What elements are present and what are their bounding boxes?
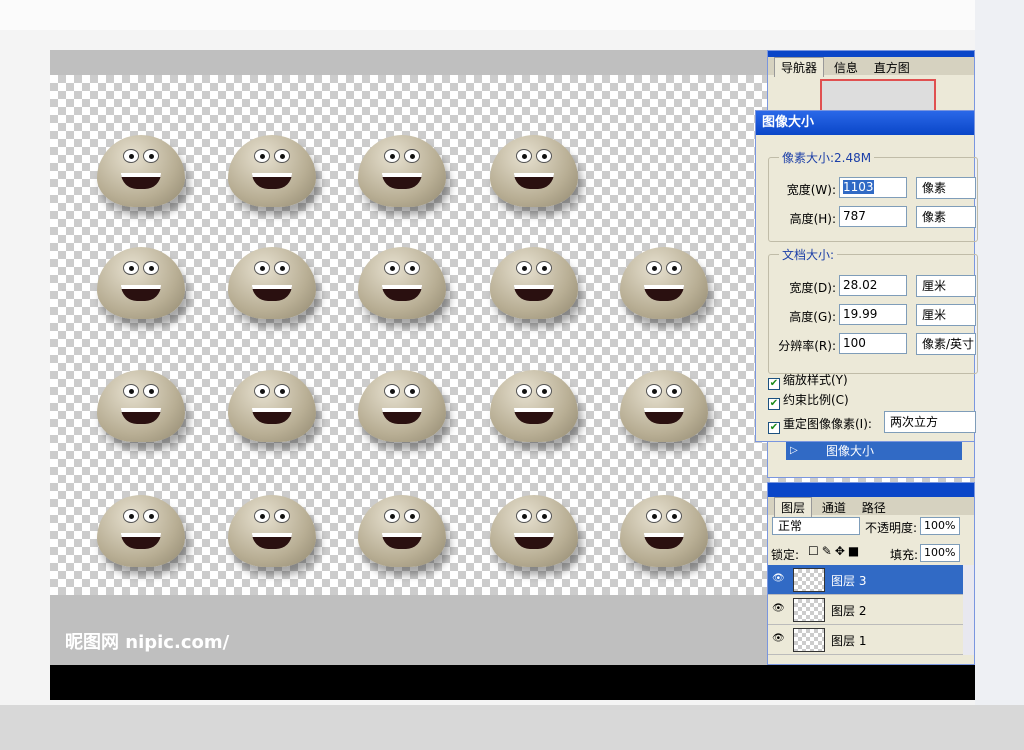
resolution-input[interactable]: 100 <box>839 333 907 354</box>
history-panel: 图像大小 ▷ <box>767 442 975 478</box>
emoticon-face <box>97 135 185 207</box>
scale-styles-checkbox[interactable]: ✔ 缩放样式(Y) <box>768 371 848 390</box>
resolution-label: 分辨率(R): <box>778 339 836 353</box>
emoticon-face <box>620 370 708 442</box>
bottom-band <box>0 705 1024 750</box>
emoticon-face <box>620 247 708 319</box>
width-label: 宽度(W): <box>786 183 836 197</box>
emoticon-face <box>228 247 316 319</box>
emoticon-face <box>490 370 578 442</box>
blend-mode-select[interactable]: 正常 <box>772 517 860 535</box>
navigator-panel: 导航器 信息 直方图 <box>767 50 975 119</box>
height-input[interactable]: 787 <box>839 206 907 227</box>
tab-info[interactable]: 信息 <box>828 58 864 77</box>
layer-thumbnail <box>793 628 825 652</box>
emoticon-face <box>97 370 185 442</box>
eye-icon[interactable]: 👁 <box>772 573 786 585</box>
layers-panel: 图层 通道 路径 正常 不透明度: 100% 锁定: ☐✎✥■ 填充: 100%… <box>767 482 975 665</box>
ghost-panel <box>975 0 1024 705</box>
layers-scrollbar[interactable] <box>963 565 974 655</box>
emoticon-face <box>358 370 446 442</box>
width-unit-select[interactable]: 像素 <box>916 177 976 199</box>
layer-row[interactable]: 👁 图层 3 <box>768 565 963 595</box>
eye-icon[interactable]: 👁 <box>772 633 786 645</box>
emoticon-face <box>358 247 446 319</box>
layer-list: 👁 图层 3 👁 图层 2 👁 图层 1 <box>768 565 963 655</box>
layer-row[interactable]: 👁 图层 1 <box>768 625 963 655</box>
history-item[interactable]: 图像大小 <box>786 442 962 460</box>
emoticon-face <box>228 370 316 442</box>
check-icon: ✔ <box>768 378 780 390</box>
opacity-input[interactable]: 100% <box>920 517 960 535</box>
layer-thumbnail <box>793 568 825 592</box>
layer-row[interactable]: 👁 图层 2 <box>768 595 963 625</box>
doc-height-label: 高度(G): <box>789 310 836 324</box>
resample-checkbox[interactable]: ✔ 重定图像像素(I): <box>768 415 872 434</box>
tab-layers[interactable]: 图层 <box>774 497 813 517</box>
layer-name: 图层 2 <box>831 604 867 618</box>
emoticon-face <box>97 495 185 567</box>
emoticon-face <box>228 135 316 207</box>
emoticon-face <box>620 495 708 567</box>
lock-label: 锁定: <box>771 548 800 562</box>
emoticon-face <box>228 495 316 567</box>
height-label: 高度(H): <box>789 212 836 226</box>
dialog-title: 图像大小 <box>756 111 974 135</box>
layer-name: 图层 3 <box>831 574 867 588</box>
tab-histogram[interactable]: 直方图 <box>868 58 916 77</box>
emoticon-face <box>358 135 446 207</box>
tab-navigator[interactable]: 导航器 <box>774 57 825 77</box>
lock-icons[interactable]: ☐✎✥■ <box>808 544 862 558</box>
emoticon-face <box>490 135 578 207</box>
watermark: 昵图网 nipic.com/ <box>65 632 230 653</box>
pixel-size-title: 像素大小:2.48M <box>779 149 875 166</box>
image-size-dialog: 图像大小 像素大小:2.48M 宽度(W): 1103 像素 高度(H): 78… <box>755 110 978 442</box>
doc-width-unit-select[interactable]: 厘米 <box>916 275 976 297</box>
width-input[interactable]: 1103 <box>839 177 907 198</box>
document-size-title: 文档大小: <box>779 246 838 263</box>
doc-height-input[interactable]: 19.99 <box>839 304 907 325</box>
check-icon: ✔ <box>768 422 780 434</box>
layer-thumbnail <box>793 598 825 622</box>
browser-top <box>0 0 1024 30</box>
emoticon-face <box>490 247 578 319</box>
layer-name: 图层 1 <box>831 634 867 648</box>
scale-styles-label: 缩放样式(Y) <box>783 373 848 387</box>
history-state-icon: ▷ <box>790 445 798 456</box>
fill-input[interactable]: 100% <box>920 544 960 562</box>
tab-paths[interactable]: 路径 <box>856 498 892 517</box>
eye-icon[interactable]: 👁 <box>772 603 786 615</box>
black-bar <box>50 665 975 700</box>
opacity-label: 不透明度: <box>865 521 918 535</box>
constrain-label: 约束比例(C) <box>783 393 849 407</box>
resample-label: 重定图像像素(I): <box>783 417 872 431</box>
height-unit-select[interactable]: 像素 <box>916 206 976 228</box>
resample-method-select[interactable]: 两次立方 <box>884 411 976 433</box>
emoticon-face <box>97 247 185 319</box>
emoticon-face <box>358 495 446 567</box>
resolution-unit-select[interactable]: 像素/英寸 <box>916 333 976 355</box>
check-icon: ✔ <box>768 398 780 410</box>
tab-channels[interactable]: 通道 <box>816 498 852 517</box>
width-value: 1103 <box>843 180 874 194</box>
doc-width-input[interactable]: 28.02 <box>839 275 907 296</box>
constrain-checkbox[interactable]: ✔ 约束比例(C) <box>768 391 849 410</box>
pixel-size-group: 像素大小:2.48M <box>768 149 978 242</box>
doc-height-unit-select[interactable]: 厘米 <box>916 304 976 326</box>
fill-label: 填充: <box>890 548 919 562</box>
doc-width-label: 宽度(D): <box>789 281 836 295</box>
emoticon-face <box>490 495 578 567</box>
